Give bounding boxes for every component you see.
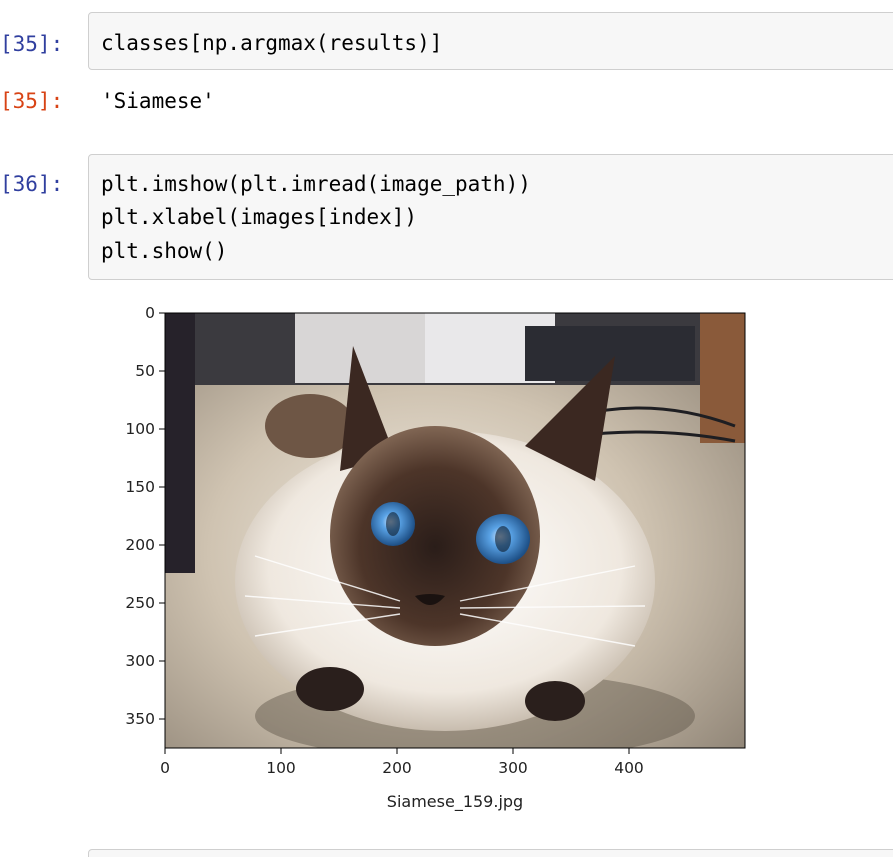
x-tick-label: 400	[614, 759, 644, 777]
cell-35-code-input[interactable]: classes[np.argmax(results)]	[88, 12, 893, 70]
x-tick-label: 0	[160, 759, 170, 777]
y-tick-label: 300	[125, 652, 155, 670]
y-tick-label: 150	[125, 478, 155, 496]
code-line: plt.xlabel(images[index])	[101, 205, 418, 229]
y-tick-label: 200	[125, 536, 155, 554]
x-tick-label: 100	[266, 759, 296, 777]
cell-36-input-prompt: [36]:	[0, 172, 64, 196]
x-tick-label: 200	[382, 759, 412, 777]
matplotlib-figure: 0 50 100 150 200 250 300 350 0 100 200 300 400 Siam…	[125, 304, 746, 812]
code-line: classes[np.argmax(results)]	[101, 31, 443, 55]
x-axis-label: Siamese_159.jpg	[387, 792, 523, 812]
y-tick-label: 250	[125, 594, 155, 612]
y-axis: 0 50 100 150 200 250 300 350	[125, 304, 165, 728]
x-tick-label: 300	[498, 759, 528, 777]
cell-35-input-prompt: [35]:	[0, 32, 64, 56]
y-tick-label: 0	[145, 304, 155, 322]
code-line: plt.show()	[101, 239, 228, 263]
code-line: plt.imshow(plt.imread(image_path))	[101, 172, 531, 196]
x-axis: 0 100 200 300 400	[160, 748, 644, 777]
cell-35-output-prompt: [35]:	[0, 89, 64, 113]
y-tick-label: 50	[135, 362, 155, 380]
next-cell-code-input[interactable]	[88, 849, 893, 857]
cell-35-output-text: 'Siamese'	[101, 89, 215, 113]
y-tick-label: 100	[125, 420, 155, 438]
cat-image	[165, 313, 745, 748]
y-tick-label: 350	[125, 710, 155, 728]
cell-36-code-input[interactable]: plt.imshow(plt.imread(image_path)) plt.x…	[88, 154, 893, 280]
